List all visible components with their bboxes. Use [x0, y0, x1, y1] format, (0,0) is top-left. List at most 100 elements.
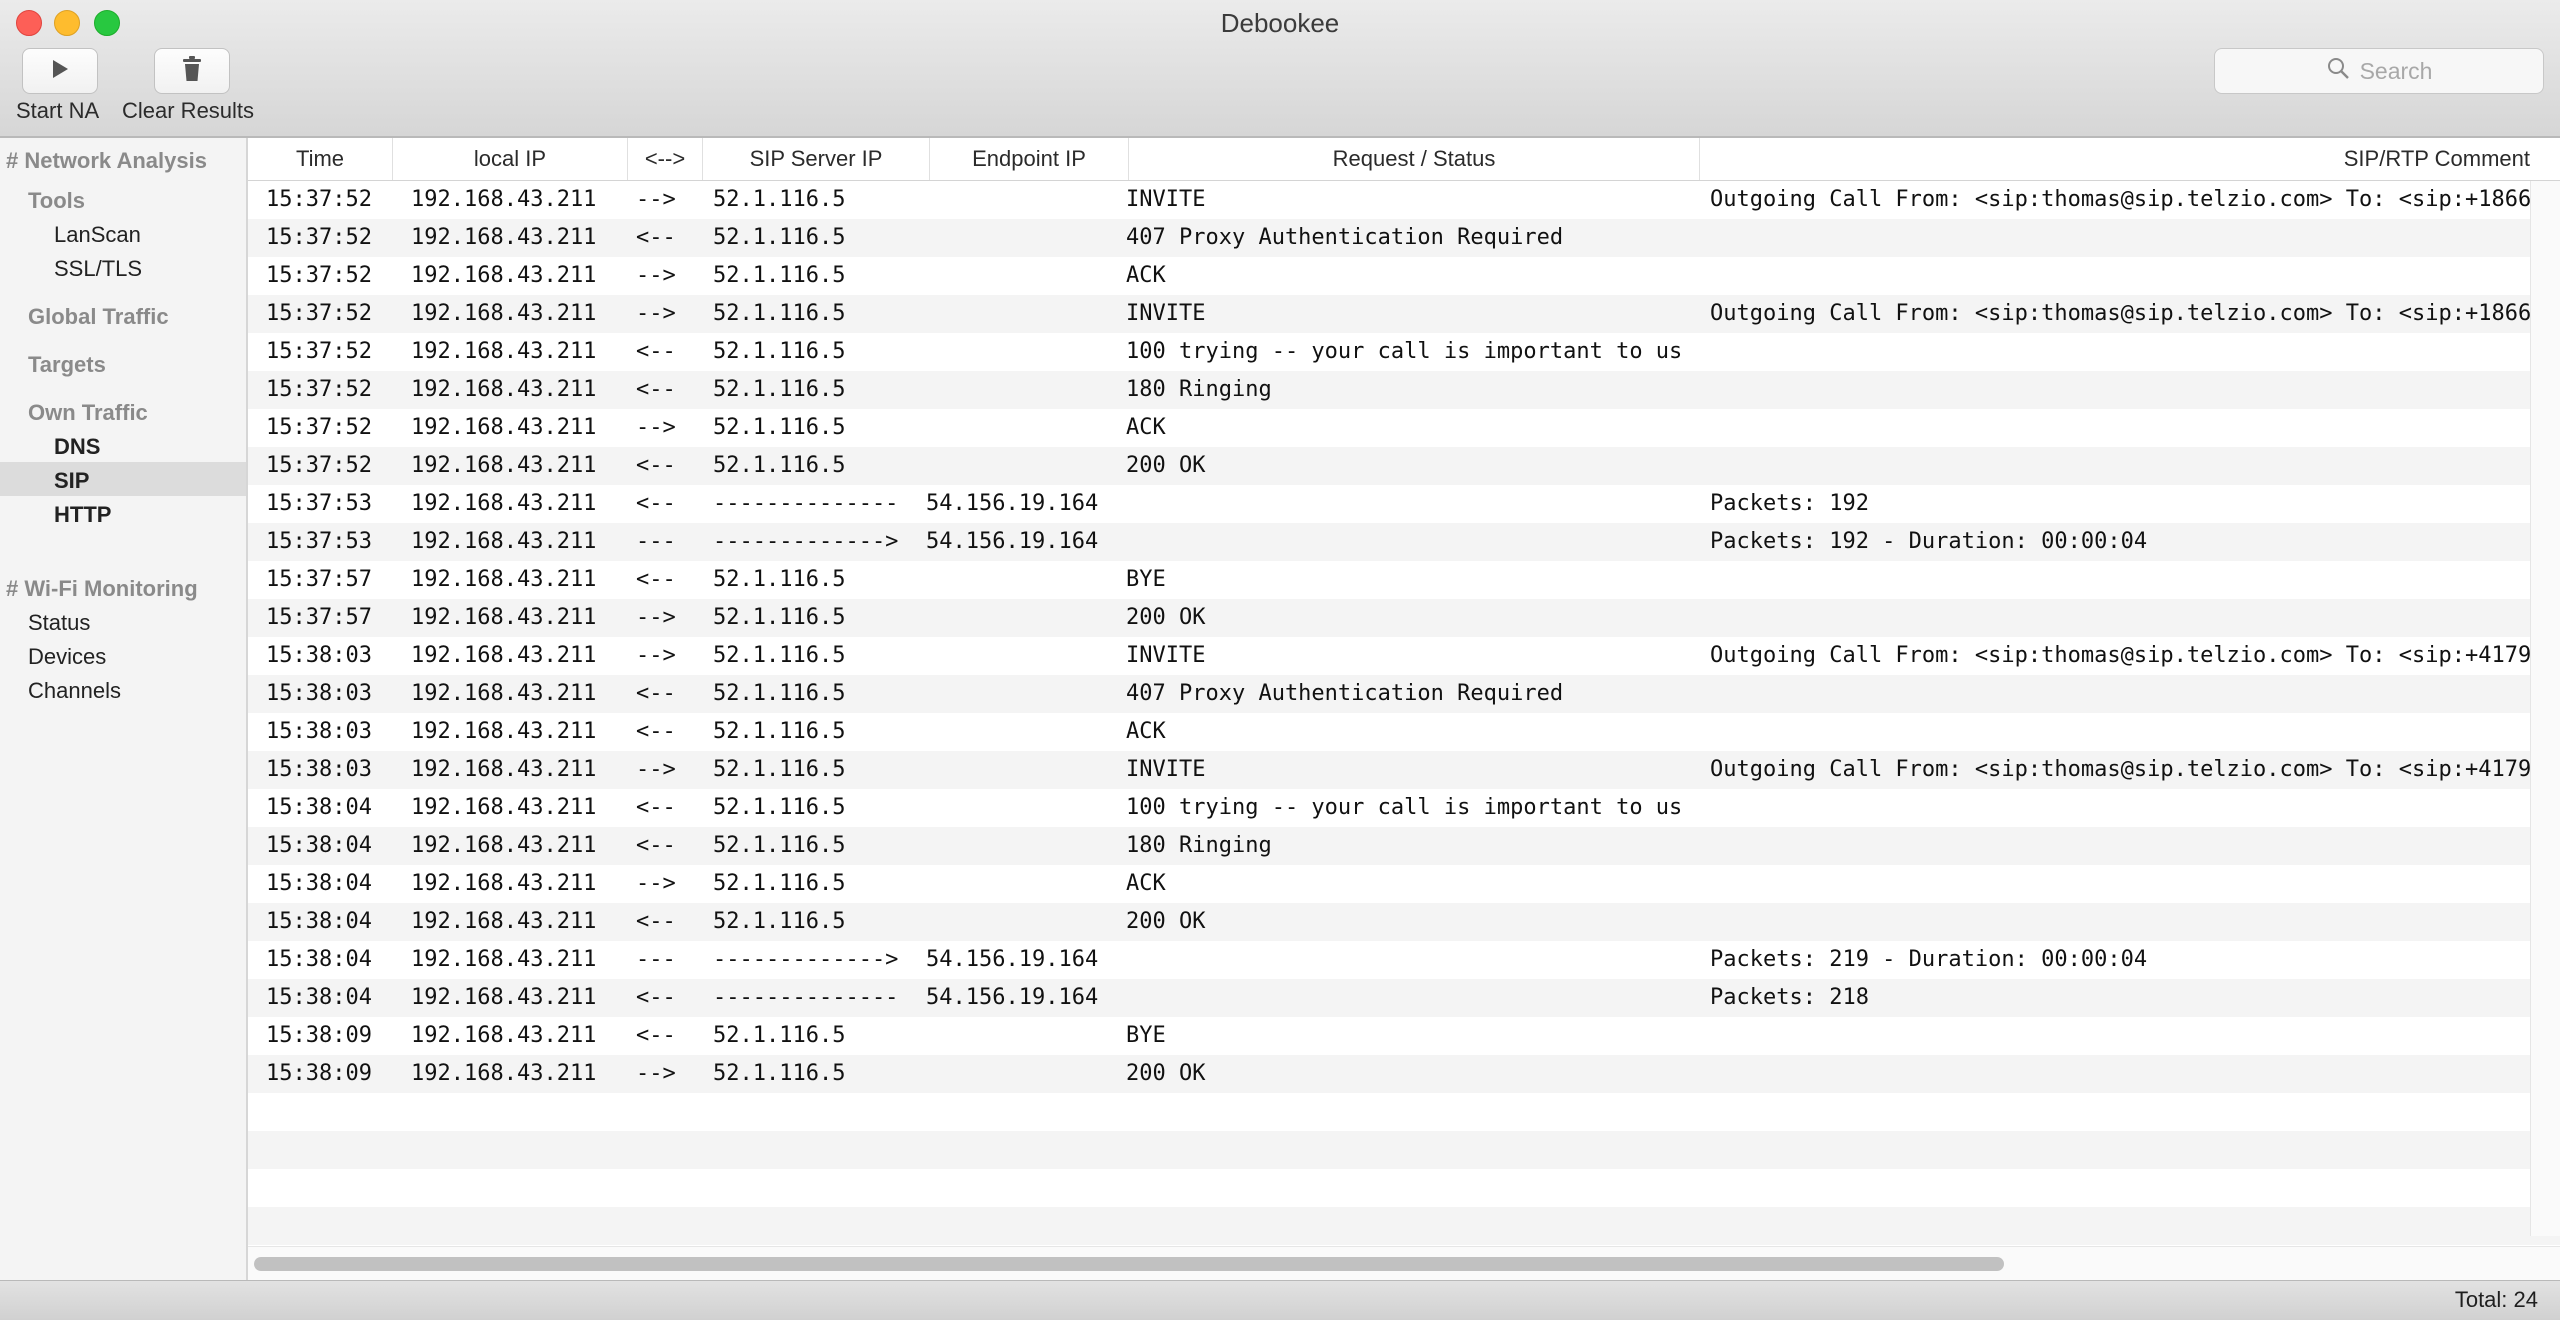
table-row[interactable]: 15:37:52 192.168.43.211 <-- 52.1.116.5 100 t… — [248, 333, 2560, 371]
sidebar-item-status[interactable]: Status — [28, 610, 90, 636]
cell-local-ip: 192.168.43.211 — [411, 947, 597, 972]
column-header-time[interactable]: Time — [248, 138, 393, 180]
cell-request-status: ACK — [1126, 415, 1166, 440]
sidebar-group-global-traffic[interactable]: Global Traffic — [28, 304, 169, 330]
table-row[interactable]: 15:38:03 192.168.43.211 <-- 52.1.116.5 ACK — [248, 713, 2560, 751]
table-row[interactable]: 15:38:04 192.168.43.211 <-- 52.1.116.5 100 t… — [248, 789, 2560, 827]
cell-time: 15:38:04 — [266, 985, 372, 1010]
cell-local-ip: 192.168.43.211 — [411, 681, 597, 706]
cell-time: 15:37:52 — [266, 339, 372, 364]
start-na-label[interactable]: Start NA — [16, 98, 99, 124]
table-row[interactable]: 15:37:52 192.168.43.211 --> 52.1.116.5 INVIT… — [248, 295, 2560, 333]
table-row[interactable]: 15:38:03 192.168.43.211 --> 52.1.116.5 INVIT… — [248, 637, 2560, 675]
sidebar-item-http[interactable]: HTTP — [54, 502, 111, 528]
sidebar-section-network-analysis[interactable]: # Network Analysis — [6, 148, 207, 174]
column-header-sip-rtp-comment[interactable]: SIP/RTP Comment — [1700, 138, 2530, 180]
sidebar-item-sip[interactable]: SIP — [54, 468, 89, 494]
table-row[interactable]: 15:37:52 192.168.43.211 --> 52.1.116.5 ACK — [248, 409, 2560, 447]
cell-comment — [1710, 865, 2530, 903]
cell-endpoint-ip — [926, 599, 1122, 637]
sidebar-item-ssl-tls[interactable]: SSL/TLS — [54, 256, 142, 282]
cell-sip-server-ip: 52.1.116.5 — [713, 871, 846, 896]
clear-results-button[interactable] — [154, 48, 230, 94]
horizontal-scroll-thumb[interactable] — [254, 1257, 2004, 1271]
cell-local-ip: 192.168.43.211 — [411, 187, 597, 212]
table-row[interactable]: 15:38:04 192.168.43.211 <-- 52.1.116.5 200 O… — [248, 903, 2560, 941]
cell-direction: <-- — [636, 681, 676, 706]
cell-time: 15:38:03 — [266, 643, 372, 668]
cell-local-ip: 192.168.43.211 — [411, 339, 597, 364]
cell-sip-server-ip: 52.1.116.5 — [713, 833, 846, 858]
start-na-button[interactable] — [22, 48, 98, 94]
cell-time: 15:38:03 — [266, 757, 372, 782]
sidebar-section-wifi-monitoring[interactable]: # Wi-Fi Monitoring — [6, 576, 198, 602]
column-header-direction[interactable]: <--> — [628, 138, 703, 180]
cell-comment — [1710, 371, 2530, 409]
table-row[interactable]: 15:37:52 192.168.43.211 <-- 52.1.116.5 407 P… — [248, 219, 2560, 257]
table-row[interactable]: 15:37:52 192.168.43.211 --> 52.1.116.5 INVIT… — [248, 181, 2560, 219]
column-header-local-ip[interactable]: local IP — [393, 138, 628, 180]
column-header-sip-server-ip[interactable]: SIP Server IP — [703, 138, 930, 180]
cell-comment — [1710, 903, 2530, 941]
table-row[interactable]: 15:37:53 192.168.43.211 --- -------------> 5… — [248, 523, 2560, 561]
sidebar-group-own-traffic[interactable]: Own Traffic — [28, 400, 148, 426]
table-row[interactable]: 15:38:03 192.168.43.211 --> 52.1.116.5 INVIT… — [248, 751, 2560, 789]
cell-time: 15:37:52 — [266, 301, 372, 326]
table-row[interactable]: 15:38:09 192.168.43.211 <-- 52.1.116.5 BYE — [248, 1017, 2560, 1055]
cell-direction: <-- — [636, 833, 676, 858]
cell-comment — [1710, 561, 2530, 599]
table-row[interactable]: 15:38:04 192.168.43.211 --> 52.1.116.5 ACK — [248, 865, 2560, 903]
table-row[interactable]: 15:37:52 192.168.43.211 --> 52.1.116.5 ACK — [248, 257, 2560, 295]
horizontal-scrollbar[interactable] — [248, 1246, 2560, 1280]
cell-local-ip: 192.168.43.211 — [411, 871, 597, 896]
table-row[interactable]: 15:37:57 192.168.43.211 <-- 52.1.116.5 BYE — [248, 561, 2560, 599]
cell-sip-server-ip: 52.1.116.5 — [713, 377, 846, 402]
column-header-endpoint-ip[interactable]: Endpoint IP — [930, 138, 1129, 180]
cell-sip-server-ip: 52.1.116.5 — [713, 301, 846, 326]
column-header-request-status[interactable]: Request / Status — [1129, 138, 1700, 180]
cell-comment — [1710, 713, 2530, 751]
cell-time: 15:37:57 — [266, 567, 372, 592]
sidebar-item-devices[interactable]: Devices — [28, 644, 106, 670]
table-row[interactable]: 15:37:53 192.168.43.211 <-- -------------- 5… — [248, 485, 2560, 523]
cell-time: 15:38:04 — [266, 871, 372, 896]
table-row[interactable]: 15:38:09 192.168.43.211 --> 52.1.116.5 200 O… — [248, 1055, 2560, 1093]
table-row[interactable]: 15:37:52 192.168.43.211 <-- 52.1.116.5 180 R… — [248, 371, 2560, 409]
sidebar-item-dns[interactable]: DNS — [54, 434, 100, 460]
total-count: Total: 24 — [2454, 1287, 2538, 1312]
cell-time: 15:38:03 — [266, 681, 372, 706]
cell-request-status: INVITE — [1126, 187, 1206, 212]
clear-results-label[interactable]: Clear Results — [122, 98, 254, 124]
cell-endpoint-ip: 54.156.19.164 — [926, 947, 1099, 972]
sidebar: # Network Analysis Tools LanScan SSL/TLS… — [0, 138, 248, 1280]
cell-time: 15:37:57 — [266, 605, 372, 630]
sidebar-item-lanscan[interactable]: LanScan — [54, 222, 141, 248]
sidebar-group-targets[interactable]: Targets — [28, 352, 106, 378]
table-row[interactable]: 15:38:04 192.168.43.211 --- -------------> 5… — [248, 941, 2560, 979]
table-row[interactable]: 15:37:57 192.168.43.211 --> 52.1.116.5 200 O… — [248, 599, 2560, 637]
cell-direction: --> — [636, 757, 676, 782]
cell-sip-server-ip: 52.1.116.5 — [713, 187, 846, 212]
cell-sip-server-ip: 52.1.116.5 — [713, 263, 846, 288]
table-row[interactable]: 15:38:03 192.168.43.211 <-- 52.1.116.5 407 P… — [248, 675, 2560, 713]
search-field[interactable]: Search — [2214, 48, 2544, 94]
cell-comment — [1710, 1055, 2530, 1093]
cell-direction: <-- — [636, 719, 676, 744]
cell-local-ip: 192.168.43.211 — [411, 909, 597, 934]
cell-time: 15:37:53 — [266, 529, 372, 554]
cell-endpoint-ip — [926, 181, 1122, 219]
cell-request-status: 100 trying -- your call is important to … — [1126, 339, 1683, 364]
cell-endpoint-ip — [926, 827, 1122, 865]
sidebar-group-tools[interactable]: Tools — [28, 188, 85, 214]
cell-direction: --> — [636, 415, 676, 440]
table-row[interactable]: 15:38:04 192.168.43.211 <-- 52.1.116.5 180 R… — [248, 827, 2560, 865]
cell-request-status: ACK — [1126, 263, 1166, 288]
table-row[interactable]: 15:38:04 192.168.43.211 <-- -------------- 5… — [248, 979, 2560, 1017]
cell-comment — [1710, 827, 2530, 865]
vertical-scrollbar[interactable] — [2530, 181, 2560, 1236]
sidebar-item-channels[interactable]: Channels — [28, 678, 121, 704]
cell-request-status: 200 OK — [1126, 909, 1206, 934]
cell-direction: <-- — [636, 377, 676, 402]
cell-request-status: ACK — [1126, 871, 1166, 896]
table-row[interactable]: 15:37:52 192.168.43.211 <-- 52.1.116.5 200 O… — [248, 447, 2560, 485]
